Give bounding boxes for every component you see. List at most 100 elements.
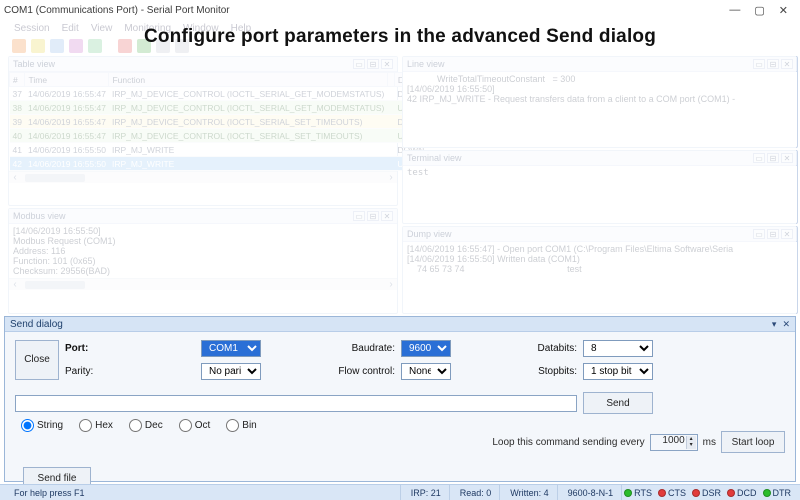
panel-pin-icon[interactable]: ⊟ xyxy=(767,59,779,69)
panel-close-icon[interactable]: ✕ xyxy=(381,211,393,221)
horizontal-scrollbar[interactable]: ‹› xyxy=(9,278,397,290)
dump-view-header: Dump view ▭⊟✕ xyxy=(403,227,797,242)
radix-radio-bin[interactable]: Bin xyxy=(226,419,256,432)
horizontal-scrollbar[interactable]: ‹› xyxy=(9,171,397,183)
panel-title: Terminal view xyxy=(407,153,462,163)
maximize-button[interactable]: ▢ xyxy=(754,4,764,17)
table-row[interactable]: 3914/06/2019 16:55:47IRP_MJ_DEVICE_CONTR… xyxy=(10,115,433,129)
modbus-view-panel: Modbus view ▭⊟✕ [14/06/2019 16:55:50]Mod… xyxy=(8,208,398,314)
panel-area: Table view ▭ ⊟ ✕ # Time Function Direct…… xyxy=(4,56,796,316)
signal-leds: RTSCTSDSRDCDDTR xyxy=(624,488,794,498)
loop-label: Loop this command sending every xyxy=(492,437,644,448)
table-row[interactable]: 4214/06/2019 16:55:50IRP_MJ_WRITEUP xyxy=(10,157,433,171)
signal-dtr: DTR xyxy=(763,488,795,498)
status-params: 9600-8-N-1 xyxy=(560,485,623,500)
close-window-button[interactable]: ✕ xyxy=(779,4,788,17)
signal-cts: CTS xyxy=(658,488,689,498)
radix-radio-input[interactable] xyxy=(129,419,142,432)
panel-pin-icon[interactable]: ⊟ xyxy=(367,59,379,69)
terminal-view-body: test xyxy=(403,166,797,180)
table-row[interactable]: 3814/06/2019 16:55:47IRP_MJ_DEVICE_CONTR… xyxy=(10,101,433,115)
status-read: Read: 0 xyxy=(452,485,501,500)
send-dialog-body: Port: COM1 Baudrate: 9600 Databits: 8 Cl… xyxy=(5,332,795,493)
radix-radio-input[interactable] xyxy=(21,419,34,432)
status-written: Written: 4 xyxy=(502,485,557,500)
flow-select[interactable]: None xyxy=(401,363,451,380)
panel-float-icon[interactable]: ▭ xyxy=(353,211,365,221)
radix-radio-string[interactable]: String xyxy=(21,419,63,432)
loop-unit: ms xyxy=(703,437,716,448)
signal-rts: RTS xyxy=(624,488,655,498)
send-dialog-close-icon[interactable]: ✕ xyxy=(782,319,790,330)
radix-radio-input[interactable] xyxy=(79,419,92,432)
start-loop-button[interactable]: Start loop xyxy=(721,431,785,453)
table-row[interactable]: 4014/06/2019 16:55:47IRP_MJ_DEVICE_CONTR… xyxy=(10,129,433,143)
radix-radio-dec[interactable]: Dec xyxy=(129,419,163,432)
panel-float-icon[interactable]: ▭ xyxy=(353,59,365,69)
col-function[interactable]: Function xyxy=(109,73,387,87)
parity-select[interactable]: No parity xyxy=(201,363,261,380)
table-row[interactable]: 4114/06/2019 16:55:50IRP_MJ_WRITEDOWN xyxy=(10,143,433,157)
send-dialog-panel: Send dialog ▾ ✕ Port: COM1 Baudrate: 960… xyxy=(4,316,796,482)
radix-radio-input[interactable] xyxy=(179,419,192,432)
status-help: For help press F1 xyxy=(6,485,401,500)
databits-select[interactable]: 8 xyxy=(583,340,653,357)
loop-row: Loop this command sending every 1000 ▴▾ … xyxy=(492,431,785,453)
panel-close-icon[interactable]: ✕ xyxy=(381,59,393,69)
stopbits-label: Stopbits: xyxy=(457,366,577,377)
status-bar: For help press F1 IRP: 21 Read: 0 Writte… xyxy=(0,484,800,500)
table-row[interactable]: 3714/06/2019 16:55:47IRP_MJ_DEVICE_CONTR… xyxy=(10,87,433,101)
col-number[interactable]: # xyxy=(10,73,25,87)
loop-interval-input[interactable]: 1000 ▴▾ xyxy=(650,434,698,451)
panel-close-icon[interactable]: ✕ xyxy=(781,153,793,163)
window-title: COM1 (Communications Port) - Serial Port… xyxy=(4,5,230,16)
send-dialog-pin-icon[interactable]: ▾ xyxy=(772,319,777,330)
stopbits-select[interactable]: 1 stop bit xyxy=(583,363,653,380)
panel-float-icon[interactable]: ▭ xyxy=(753,59,765,69)
panel-title: Line view xyxy=(407,59,445,69)
panel-pin-icon[interactable]: ⊟ xyxy=(367,211,379,221)
close-button[interactable]: Close xyxy=(15,340,59,380)
terminal-view-header: Terminal view ▭⊟✕ xyxy=(403,151,797,166)
panel-pin-icon[interactable]: ⊟ xyxy=(767,229,779,239)
send-dialog-title: Send dialog xyxy=(10,319,63,330)
panel-float-icon[interactable]: ▭ xyxy=(753,153,765,163)
table-view-panel: Table view ▭ ⊟ ✕ # Time Function Direct…… xyxy=(8,56,398,206)
status-irp: IRP: 21 xyxy=(403,485,450,500)
panel-title: Dump view xyxy=(407,229,452,239)
databits-label: Databits: xyxy=(457,343,577,354)
port-select[interactable]: COM1 xyxy=(201,340,261,357)
stepper-icon[interactable]: ▴▾ xyxy=(686,436,696,449)
parity-label: Parity: xyxy=(65,366,195,377)
table-view-table: # Time Function Direct… 3714/06/2019 16:… xyxy=(9,72,433,171)
panel-close-icon[interactable]: ✕ xyxy=(781,59,793,69)
send-dialog-header[interactable]: Send dialog ▾ ✕ xyxy=(5,317,795,332)
line-view-header: Line view ▭⊟✕ xyxy=(403,57,797,72)
led-icon xyxy=(727,489,735,497)
led-icon xyxy=(692,489,700,497)
dump-view-body: [14/06/2019 16:55:47] - Open port COM1 (… xyxy=(403,242,797,276)
radix-radio-group: String Hex Dec Oct Bin xyxy=(15,419,395,432)
send-button[interactable]: Send xyxy=(583,392,653,414)
panel-pin-icon[interactable]: ⊟ xyxy=(767,153,779,163)
title-bar: COM1 (Communications Port) - Serial Port… xyxy=(0,0,800,20)
radix-radio-oct[interactable]: Oct xyxy=(179,419,211,432)
signal-dcd: DCD xyxy=(727,488,760,498)
faded-background-zone: Session Edit View Monitoring Window Help… xyxy=(4,20,796,316)
port-label: Port: xyxy=(65,343,195,354)
led-icon xyxy=(763,489,771,497)
terminal-view-panel: Terminal view ▭⊟✕ test xyxy=(402,150,798,224)
banner-heading: Configure port parameters in the advance… xyxy=(0,26,800,48)
send-input-wrapper xyxy=(15,395,577,412)
panel-close-icon[interactable]: ✕ xyxy=(781,229,793,239)
col-time[interactable]: Time xyxy=(25,73,109,87)
panel-controls: ▭ ⊟ ✕ xyxy=(353,59,393,69)
baudrate-select[interactable]: 9600 xyxy=(401,340,451,357)
panel-title: Table view xyxy=(13,59,55,69)
window-controls: — ▢ ✕ xyxy=(729,4,796,17)
radix-radio-hex[interactable]: Hex xyxy=(79,419,113,432)
panel-float-icon[interactable]: ▭ xyxy=(753,229,765,239)
minimize-button[interactable]: — xyxy=(729,4,740,17)
send-data-input[interactable] xyxy=(15,395,577,412)
radix-radio-input[interactable] xyxy=(226,419,239,432)
